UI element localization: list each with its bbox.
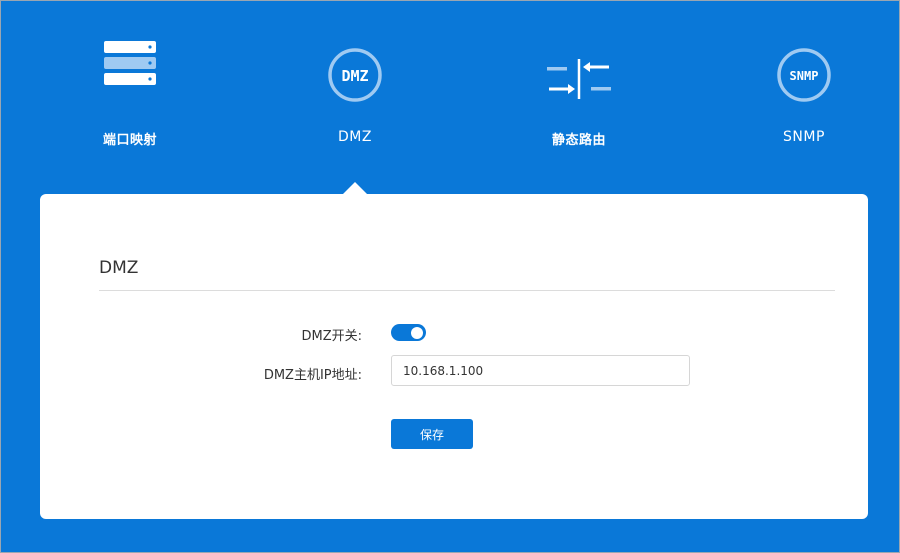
dmz-host-ip-input[interactable] (391, 355, 690, 386)
nav-label: DMZ (338, 129, 372, 145)
nav-label: 端口映射 (102, 133, 157, 148)
dmz-host-ip-label: DMZ主机IP地址: (263, 368, 362, 383)
dmz-icon: DMZ (328, 48, 382, 102)
nav-label: SNMP (783, 129, 825, 145)
snmp-icon: SNMP (777, 48, 831, 102)
nav-item-static-route[interactable]: 静态路由 (499, 41, 659, 156)
dmz-settings-panel: DMZ DMZ开关: DMZ主机IP地址: 保存 (40, 194, 868, 519)
top-navigation: 端口映射 DMZ DMZ 静态路由 SNMP SNMP (1, 1, 900, 191)
nav-item-dmz[interactable]: DMZ DMZ (275, 41, 435, 156)
nav-item-port-mapping[interactable]: 端口映射 (50, 41, 210, 156)
static-route-icon (547, 59, 611, 99)
nav-item-snmp[interactable]: SNMP SNMP (724, 41, 884, 156)
divider (99, 290, 835, 291)
nav-label: 静态路由 (551, 133, 606, 148)
dmz-switch-label: DMZ开关: (301, 329, 362, 344)
server-icon (104, 41, 156, 85)
toggle-knob (411, 326, 423, 339)
section-title: DMZ (99, 258, 139, 278)
svg-text:SNMP: SNMP (790, 69, 819, 83)
dmz-switch-toggle[interactable] (391, 324, 426, 341)
active-tab-pointer (343, 182, 367, 194)
svg-text:DMZ: DMZ (341, 67, 368, 85)
save-button[interactable]: 保存 (391, 419, 473, 449)
